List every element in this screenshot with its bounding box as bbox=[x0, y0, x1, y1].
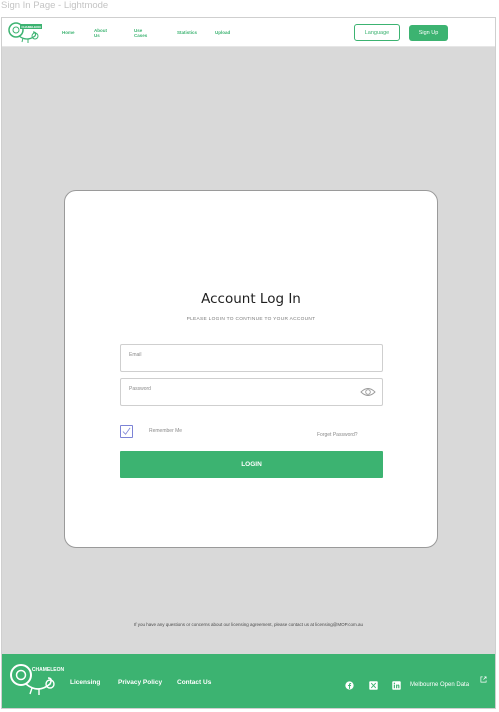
chameleon-logo-icon[interactable]: CHAMELEON bbox=[7, 20, 43, 44]
svg-text:CHAMELEON: CHAMELEON bbox=[32, 667, 65, 673]
password-field[interactable]: Password bbox=[120, 378, 383, 406]
licensing-notice: If you have any questions or concerns ab… bbox=[133, 622, 364, 627]
language-button[interactable]: Language bbox=[354, 24, 400, 41]
login-button[interactable]: LOGIN bbox=[120, 451, 383, 478]
linkedin-icon[interactable] bbox=[392, 681, 401, 690]
facebook-icon[interactable] bbox=[345, 681, 354, 690]
email-placeholder: Email bbox=[129, 352, 142, 358]
external-link-icon[interactable] bbox=[480, 676, 487, 683]
browser-frame: CHAMELEON Home About Us Use Cases Statis… bbox=[1, 17, 496, 709]
page-caption: Sign In Page - Lightmode bbox=[1, 0, 109, 11]
eye-icon[interactable] bbox=[360, 386, 376, 398]
melbourne-open-data-link[interactable]: Melbourne Open Data bbox=[410, 682, 469, 688]
x-icon[interactable] bbox=[369, 681, 378, 690]
remember-me-label: Remember Me bbox=[149, 428, 183, 434]
footer-link-licensing[interactable]: Licensing bbox=[70, 679, 100, 686]
footer-link-contact-us[interactable]: Contact Us bbox=[177, 679, 211, 686]
forgot-password-link[interactable]: Forget Password? bbox=[317, 432, 358, 438]
nav-home[interactable]: Home bbox=[62, 30, 75, 35]
footer-link-privacy-policy[interactable]: Privacy Policy bbox=[118, 679, 162, 686]
remember-me-checkbox[interactable] bbox=[120, 425, 133, 438]
login-title: Account Log In bbox=[201, 291, 301, 307]
top-navbar: CHAMELEON Home About Us Use Cases Statis… bbox=[2, 18, 495, 47]
nav-upload[interactable]: Upload bbox=[215, 30, 230, 35]
nav-statistics[interactable]: Statistics bbox=[177, 30, 197, 35]
checkmark-icon bbox=[122, 427, 131, 435]
signup-button[interactable]: Sign Up bbox=[409, 25, 448, 41]
chameleon-footer-logo-icon[interactable]: CHAMELEON bbox=[8, 660, 68, 696]
svg-text:CHAMELEON: CHAMELEON bbox=[21, 25, 40, 29]
password-placeholder: Password bbox=[129, 386, 151, 392]
login-subtitle: PLEASE LOGIN TO CONTINUE TO YOUR ACCOUNT bbox=[186, 317, 316, 322]
nav-about-us[interactable]: About Us bbox=[94, 28, 107, 38]
email-field[interactable]: Email bbox=[120, 344, 383, 372]
footer: CHAMELEON Licensing Privacy Policy Conta… bbox=[2, 654, 495, 708]
nav-use-cases[interactable]: Use Cases bbox=[134, 28, 147, 38]
login-card: Account Log In PLEASE LOGIN TO CONTINUE … bbox=[64, 190, 438, 548]
